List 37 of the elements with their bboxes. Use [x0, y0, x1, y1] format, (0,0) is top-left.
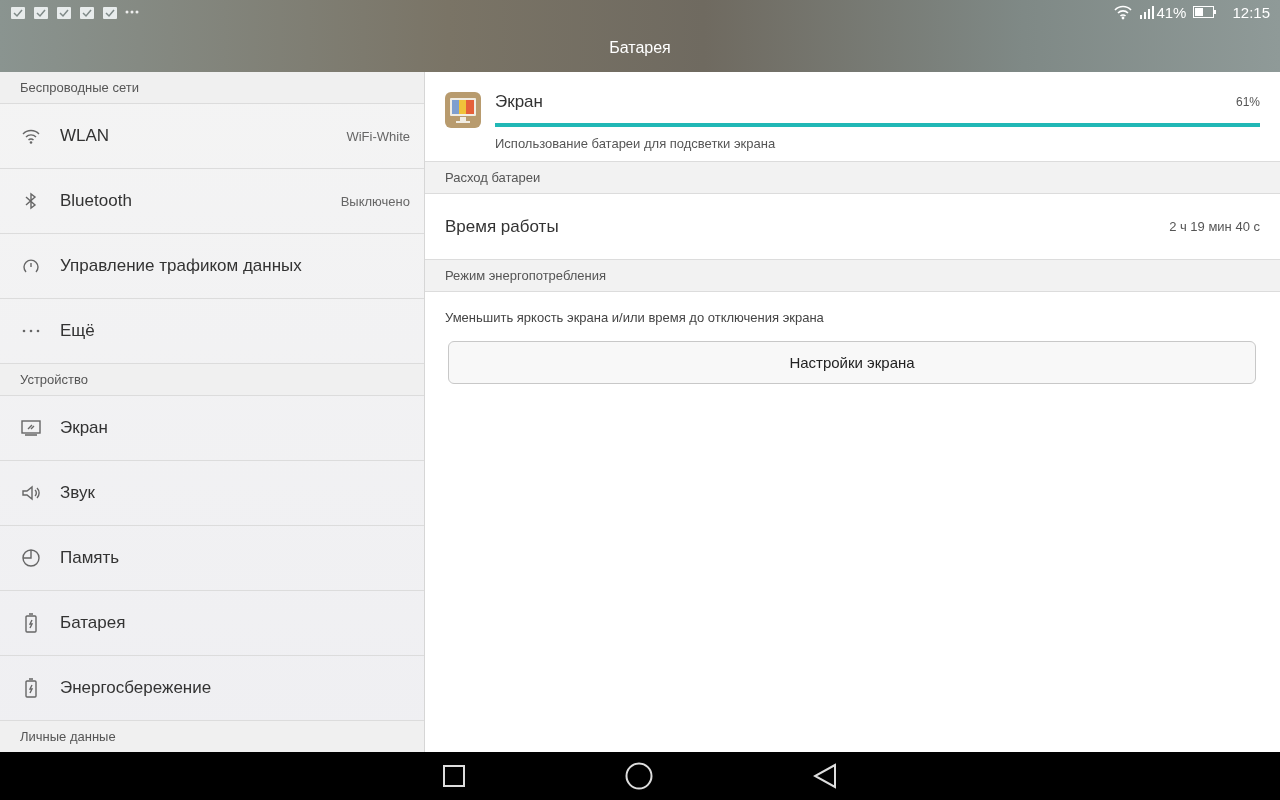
settings-item[interactable]: Звук — [0, 461, 424, 526]
monitor-app-icon — [445, 92, 481, 128]
more-icon — [22, 329, 40, 333]
usage-description: Использование батареи для подсветки экрана — [495, 136, 777, 151]
row-value: 2 ч 19 мин 40 с — [1169, 219, 1260, 234]
settings-item[interactable]: Память — [0, 526, 424, 591]
display-settings-button[interactable]: Настройки экрана — [448, 341, 1256, 384]
notification-icon — [56, 4, 72, 20]
battery-icon — [1193, 6, 1218, 18]
screen-title: Батарея — [609, 39, 671, 57]
home-icon[interactable] — [625, 762, 653, 790]
wifi-icon — [1113, 4, 1134, 20]
section-header: Расход батареи — [425, 162, 1280, 194]
settings-item[interactable]: Bluetooth Выключено — [0, 169, 424, 234]
settings-item[interactable]: Управление трафиком данных — [0, 234, 424, 299]
notification-icon — [102, 4, 118, 20]
notification-icon — [33, 4, 49, 20]
settings-item[interactable]: WLAN WiFi-White — [0, 104, 424, 169]
section-header: Беспроводные сети — [0, 72, 424, 104]
battery-percent: 41% — [1156, 3, 1187, 21]
settings-item[interactable]: Экран — [0, 396, 424, 461]
section-header: Режим энергопотребления — [425, 260, 1280, 292]
section-header: Устройство — [0, 364, 424, 396]
recents-icon[interactable] — [443, 765, 465, 787]
usage-name: Экран — [495, 92, 543, 112]
monitor-icon — [20, 417, 42, 439]
pie-icon — [20, 547, 42, 569]
back-icon[interactable] — [813, 763, 837, 789]
notification-icon — [79, 4, 95, 20]
usage-percent: 61% — [1235, 95, 1260, 109]
more-icon — [125, 9, 139, 15]
hint-text: Уменьшить яркость экрана и/или время до отключения экрана — [444, 309, 825, 325]
settings-item[interactable]: Батарея — [0, 591, 424, 656]
notification-icon — [10, 4, 26, 20]
row-label: Время работы — [445, 216, 559, 237]
clock: 12:15 — [1232, 3, 1270, 21]
signal-icon — [1140, 5, 1155, 19]
